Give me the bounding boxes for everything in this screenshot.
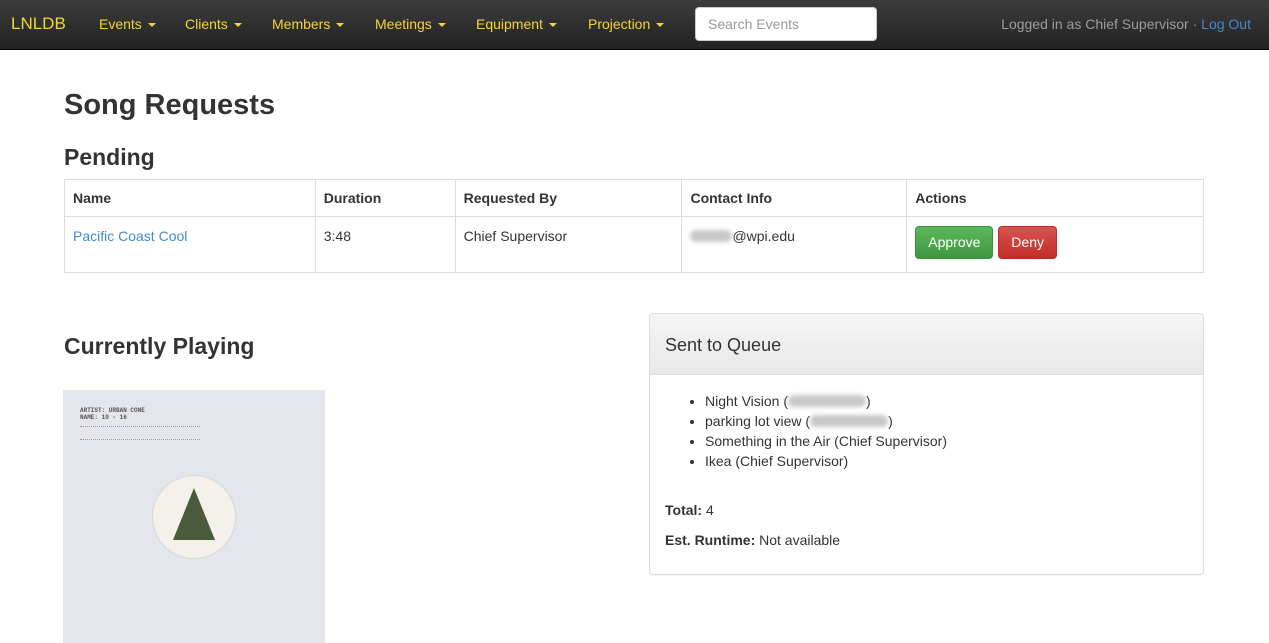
queue-total: Total: 4	[665, 502, 714, 518]
song-link[interactable]: Pacific Coast Cool	[73, 228, 187, 244]
menu-members[interactable]: Members	[272, 16, 345, 32]
approve-button[interactable]: Approve	[915, 226, 994, 259]
album-fine-print	[80, 426, 200, 440]
sent-to-queue-panel: Sent to Queue Night Vision ()parking lot…	[649, 313, 1204, 575]
caret-down-icon	[437, 23, 446, 27]
login-status: Logged in as Chief Supervisor · Log Out	[1001, 16, 1251, 32]
col-duration-header: Duration	[314, 179, 456, 217]
redacted-email-user	[690, 230, 733, 242]
queue-requester: Chief Supervisor	[740, 453, 844, 469]
runtime-value: Not available	[759, 532, 841, 548]
caret-down-icon	[336, 23, 345, 27]
queue-song-name: Night Vision	[705, 393, 780, 409]
cell-duration: 3:48	[314, 216, 456, 273]
menu-meetings[interactable]: Meetings	[375, 16, 446, 32]
list-item: Night Vision ()	[705, 391, 947, 411]
cell-name: Pacific Coast Cool	[64, 216, 316, 273]
cell-requested-by: Chief Supervisor	[454, 216, 683, 273]
deny-button[interactable]: Deny	[998, 226, 1057, 259]
cell-actions: Approve Deny	[906, 216, 1204, 273]
table-header-row: Name Duration Requested By Contact Info …	[64, 179, 1204, 217]
album-artist-line: ARTIST: URBAN CONE	[80, 407, 145, 414]
queue-list: Night Vision ()parking lot view ()Someth…	[705, 391, 947, 471]
navbar: LNLDB Events Clients Members Meetings Eq…	[0, 0, 1269, 50]
redacted-requester	[788, 395, 867, 407]
runtime-label: Est. Runtime:	[665, 532, 756, 548]
col-contact-header: Contact Info	[681, 179, 908, 217]
queue-runtime: Est. Runtime: Not available	[665, 532, 840, 548]
album-sleeve-text: ARTIST: URBAN CONE NAME: 10 - 16	[80, 407, 145, 421]
total-value: 4	[705, 502, 714, 518]
separator-dot: ·	[1192, 16, 1198, 32]
menu-clients-label: Clients	[185, 16, 228, 32]
list-item: Ikea (Chief Supervisor)	[705, 451, 947, 471]
menu-events[interactable]: Events	[99, 16, 156, 32]
menu-events-label: Events	[99, 16, 142, 32]
logged-in-text: Logged in as Chief Supervisor	[1001, 16, 1189, 32]
pending-requests-table: Name Duration Requested By Contact Info …	[64, 179, 1204, 273]
menu-members-label: Members	[272, 16, 331, 32]
email-domain: @wpi.edu	[732, 228, 795, 244]
col-name-header: Name	[64, 179, 316, 217]
panel-title: Sent to Queue	[665, 335, 782, 355]
queue-song-name: parking lot view	[705, 413, 802, 429]
caret-down-icon	[548, 23, 557, 27]
menu-projection[interactable]: Projection	[588, 16, 665, 32]
menu-projection-label: Projection	[588, 16, 651, 32]
col-actions-header: Actions	[906, 179, 1204, 217]
total-label: Total:	[665, 502, 703, 518]
caret-down-icon	[233, 23, 242, 27]
currently-playing-heading: Currently Playing	[64, 333, 255, 359]
brand-link[interactable]: LNLDB	[11, 14, 66, 34]
list-item: Something in the Air (Chief Supervisor)	[705, 431, 947, 451]
cell-contact: @wpi.edu	[681, 216, 908, 273]
redacted-requester	[810, 415, 889, 427]
queue-song-name: Something in the Air	[705, 433, 831, 449]
menu-meetings-label: Meetings	[375, 16, 432, 32]
album-name-line: NAME: 10 - 16	[80, 414, 127, 421]
menu-clients[interactable]: Clients	[185, 16, 242, 32]
col-requested-by-header: Requested By	[454, 179, 683, 217]
page-title: Song Requests	[64, 89, 276, 121]
caret-down-icon	[147, 23, 156, 27]
vinyl-label-disc	[153, 476, 235, 558]
table-row: Pacific Coast Cool 3:48 Chief Supervisor…	[64, 216, 1204, 273]
queue-song-name: Ikea	[705, 453, 732, 469]
queue-requester: Chief Supervisor	[838, 433, 943, 449]
logout-link[interactable]: Log Out	[1201, 16, 1251, 32]
caret-down-icon	[656, 23, 665, 27]
list-item: parking lot view ()	[705, 411, 947, 431]
menu-equipment[interactable]: Equipment	[476, 16, 557, 32]
album-art: ARTIST: URBAN CONE NAME: 10 - 16	[63, 390, 325, 643]
pending-heading: Pending	[64, 144, 155, 170]
search-events-input[interactable]	[695, 7, 877, 41]
pine-tree-icon	[173, 488, 215, 540]
menu-equipment-label: Equipment	[476, 16, 543, 32]
